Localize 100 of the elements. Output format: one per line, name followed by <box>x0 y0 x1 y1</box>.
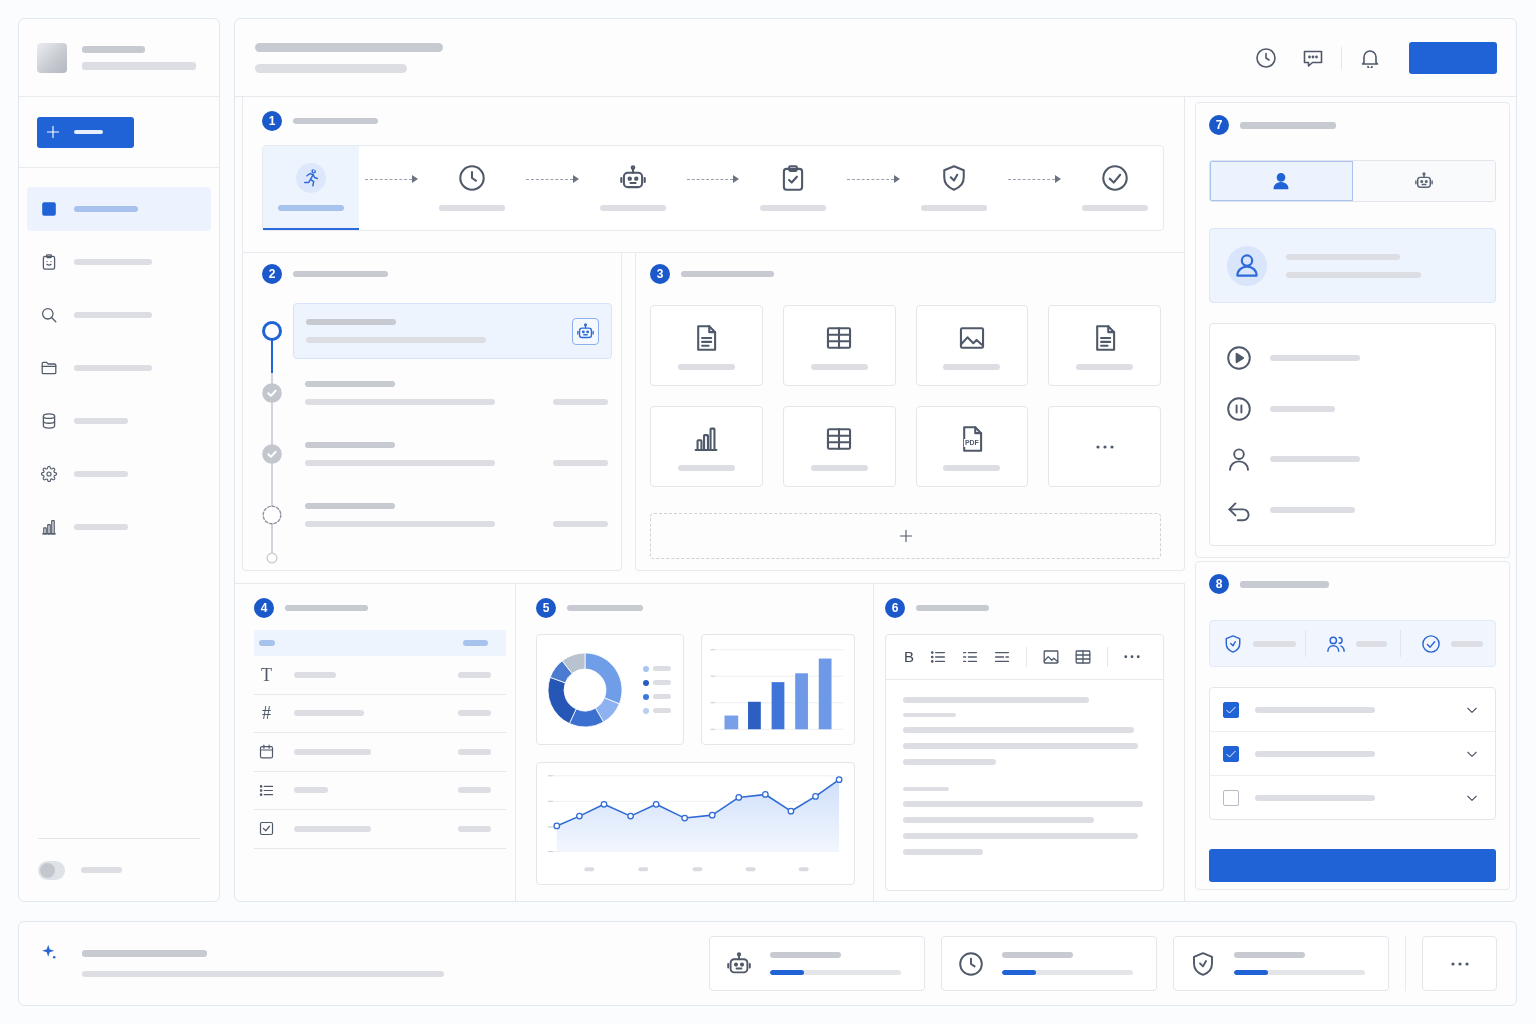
file-tile[interactable] <box>782 406 896 487</box>
checkbox[interactable] <box>1223 745 1239 762</box>
play-icon <box>1227 346 1251 371</box>
people-icon <box>1327 634 1345 653</box>
placeholder-bar <box>1234 952 1305 958</box>
arrow-icon <box>686 175 740 183</box>
placeholder-bar <box>74 206 138 212</box>
more-icon <box>1450 961 1469 966</box>
list-icon[interactable] <box>962 649 978 665</box>
placeholder-bar <box>458 671 491 678</box>
placeholder-bar <box>458 787 491 794</box>
placeholder-bar <box>810 465 868 471</box>
ring-icon <box>262 321 282 341</box>
placeholder-bar <box>943 465 1001 471</box>
placeholder-bar <box>653 694 671 699</box>
check-circle-icon <box>1422 634 1440 653</box>
placeholder-bar <box>1356 640 1387 647</box>
placeholder-bar <box>259 640 275 646</box>
placeholder-bar <box>653 708 671 713</box>
placeholder-bar <box>1270 405 1335 412</box>
file-tile[interactable] <box>782 305 896 386</box>
placeholder-bar <box>1002 952 1073 958</box>
placeholder-bar <box>810 364 868 370</box>
shield-icon <box>1191 951 1215 976</box>
placeholder-bar <box>458 825 491 832</box>
running-person-icon <box>296 163 326 193</box>
file-tile[interactable] <box>650 305 763 386</box>
calendar-icon <box>259 744 274 760</box>
pause-icon <box>1227 396 1251 421</box>
file-tile[interactable] <box>915 305 1029 386</box>
number-badge: 4 <box>254 598 274 618</box>
search-icon <box>41 307 57 323</box>
robot-icon <box>1414 172 1433 190</box>
number-badge: 8 <box>1209 574 1229 594</box>
arrow-icon <box>525 175 579 183</box>
clock-icon[interactable] <box>1256 47 1276 68</box>
table-icon <box>826 426 853 452</box>
workflow-step[interactable] <box>263 146 359 230</box>
robot-icon <box>572 317 599 345</box>
number-badge: 3 <box>650 264 670 284</box>
text-editor[interactable]: B <box>885 634 1164 891</box>
field-type-glyph: # <box>262 704 271 723</box>
placeholder-bar <box>458 710 491 717</box>
more-tile[interactable] <box>1048 406 1161 487</box>
check-circle-icon <box>1100 163 1130 193</box>
placeholder-bar <box>438 205 505 211</box>
more-icon <box>1095 444 1114 449</box>
primary-button[interactable] <box>1409 41 1497 74</box>
image-icon[interactable] <box>1043 649 1059 665</box>
number-badge: 2 <box>262 264 282 284</box>
bold-button[interactable]: B <box>904 649 914 665</box>
logo-icon <box>37 42 67 73</box>
number-badge: 5 <box>536 598 556 618</box>
list-icon <box>259 782 274 798</box>
placeholder-bar <box>677 465 735 471</box>
table-icon[interactable] <box>1075 649 1091 665</box>
bar-chart-icon <box>41 519 57 535</box>
placeholder-bar <box>553 460 608 466</box>
checkbox[interactable] <box>1223 701 1239 718</box>
clock-icon <box>456 163 487 193</box>
placeholder-bar <box>1076 364 1134 370</box>
tab[interactable] <box>1210 161 1353 201</box>
notification-bell-icon[interactable] <box>1360 47 1380 68</box>
placeholder-bar <box>760 205 827 211</box>
more-icon[interactable] <box>1124 655 1140 659</box>
avatar-icon <box>1227 245 1267 286</box>
number-badge: 1 <box>262 111 282 131</box>
placeholder-bar <box>553 399 608 405</box>
number-badge: 6 <box>885 598 905 618</box>
placeholder-bar <box>770 952 841 958</box>
dashed-circle-icon <box>262 505 282 525</box>
number-badge: 7 <box>1209 115 1229 135</box>
placeholder-bar <box>294 710 364 717</box>
file-tile[interactable] <box>1048 305 1161 386</box>
sparkle-icon <box>41 944 57 960</box>
check-circle-icon <box>262 383 282 403</box>
small-circle-icon <box>266 552 278 564</box>
placeholder-bar <box>463 640 488 646</box>
placeholder-bar <box>1253 640 1296 647</box>
arrow-icon <box>1008 175 1061 183</box>
placeholder-bar <box>653 680 671 685</box>
checkbox[interactable] <box>1223 789 1239 806</box>
file-tile[interactable] <box>650 406 763 487</box>
checkbox-icon <box>259 821 274 837</box>
plus-icon <box>898 529 913 543</box>
arrow-icon <box>847 175 901 183</box>
align-icon[interactable] <box>994 649 1010 665</box>
placeholder-bar <box>278 205 344 211</box>
placeholder-bar <box>903 713 956 717</box>
new-button[interactable] <box>37 116 134 148</box>
person-icon <box>1272 172 1291 190</box>
nav-item[interactable] <box>27 187 211 231</box>
bullet-list-icon[interactable] <box>930 649 946 665</box>
placeholder-bar <box>294 671 336 678</box>
square-icon <box>41 201 57 217</box>
person-icon <box>1227 447 1251 472</box>
placeholder-bar <box>74 418 128 424</box>
toggle-switch[interactable] <box>38 860 65 880</box>
placeholder-bar <box>74 524 128 530</box>
placeholder-bar <box>553 521 608 527</box>
